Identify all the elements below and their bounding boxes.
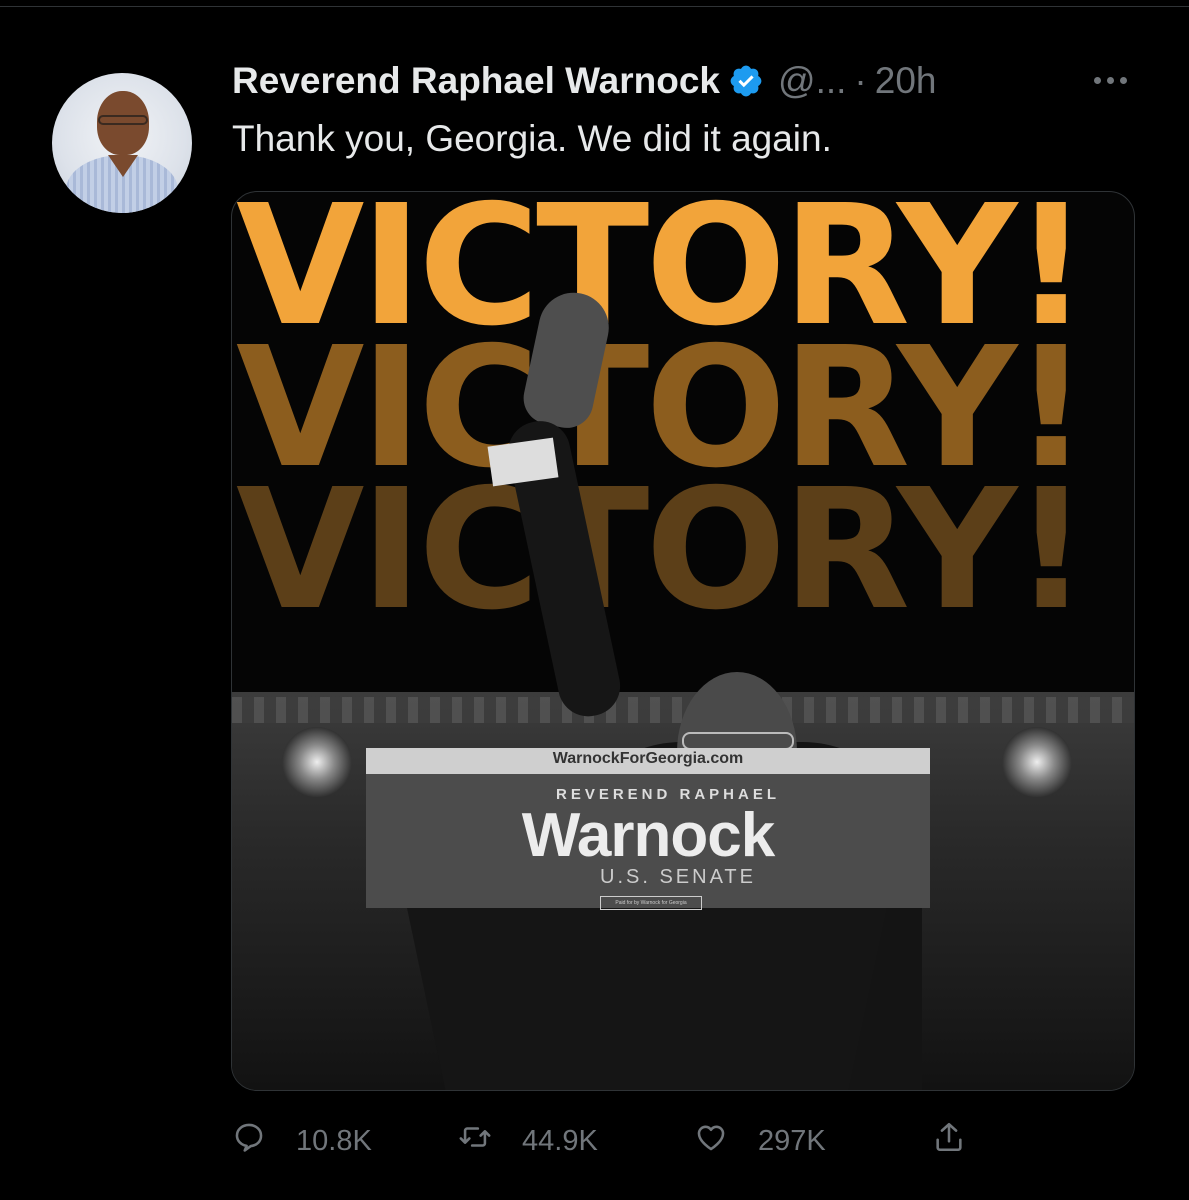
- retweet-count: 44.9K: [522, 1124, 598, 1157]
- more-icon[interactable]: [1088, 62, 1132, 98]
- podium-office: U.S. SENATE: [600, 866, 756, 888]
- author-name[interactable]: Reverend Raphael Warnock: [232, 60, 720, 102]
- like-count: 297K: [758, 1124, 826, 1157]
- stage-light: [1002, 727, 1072, 797]
- raised-hand: [518, 286, 616, 433]
- more-dot: [1106, 76, 1114, 84]
- verified-badge-icon: [728, 63, 764, 99]
- share-button[interactable]: [932, 1118, 966, 1164]
- retweet-icon: [458, 1120, 492, 1162]
- podium-sign: WarnockForGeorgia.com REVEREND RAPHAEL W…: [366, 748, 930, 910]
- more-dot: [1093, 76, 1101, 84]
- tweet-header: Reverend Raphael Warnock @... · 20h: [232, 58, 936, 104]
- like-button[interactable]: 297K: [694, 1118, 826, 1164]
- podium-base: [407, 908, 887, 1090]
- podium-name: Warnock: [521, 801, 776, 870]
- avatar[interactable]: [52, 73, 192, 213]
- reply-button[interactable]: 10.8K: [232, 1118, 372, 1164]
- reply-count: 10.8K: [296, 1124, 372, 1157]
- podium-disclaimer: Paid for by Warnock for Georgia: [600, 896, 702, 910]
- tweet-actions: 10.8K 44.9K 297K: [232, 1118, 972, 1164]
- heart-icon: [694, 1120, 728, 1162]
- author-handle[interactable]: @...: [778, 60, 846, 102]
- tweet-timestamp[interactable]: 20h: [875, 60, 937, 102]
- tweet-text: Thank you, Georgia. We did it again.: [232, 118, 832, 159]
- retweet-button[interactable]: 44.9K: [458, 1118, 598, 1164]
- podium-site: WarnockForGeorgia.com: [552, 750, 744, 767]
- share-icon: [932, 1120, 966, 1162]
- tweet-media-image[interactable]: VICTORY! VICTORY! VICTORY! WarnockForGeo…: [231, 191, 1135, 1091]
- top-divider: [0, 6, 1189, 7]
- reply-icon: [232, 1120, 266, 1162]
- separator-dot: ·: [854, 60, 867, 101]
- more-dot: [1119, 76, 1127, 84]
- stage-light: [282, 727, 352, 797]
- avatar-glasses: [98, 115, 148, 125]
